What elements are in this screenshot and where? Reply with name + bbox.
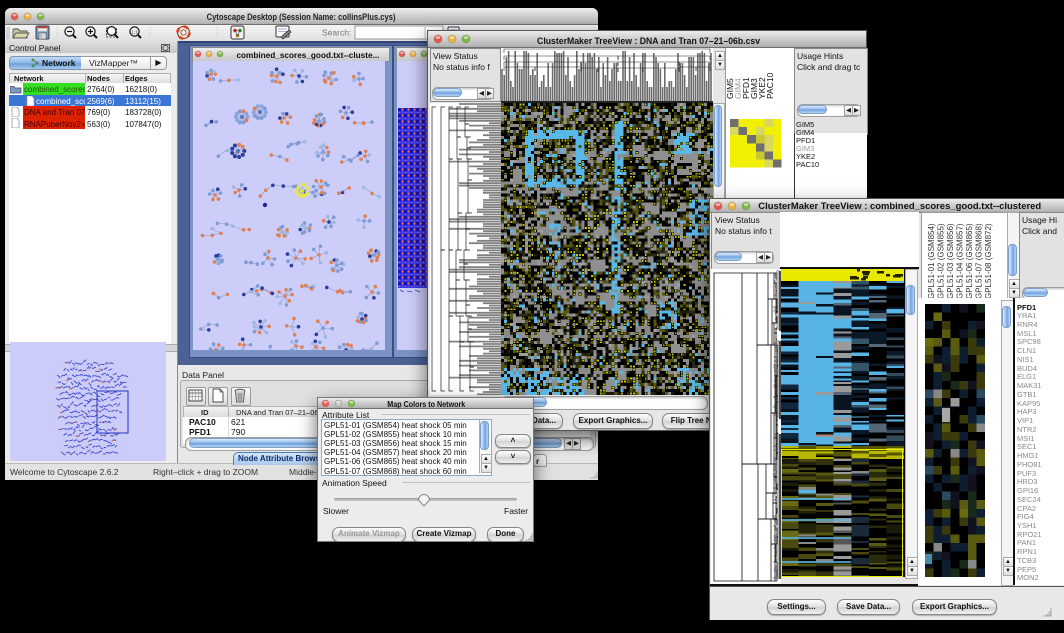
svg-text:Search:: Search: (322, 28, 351, 38)
svg-text:1:1: 1:1 (131, 29, 138, 34)
